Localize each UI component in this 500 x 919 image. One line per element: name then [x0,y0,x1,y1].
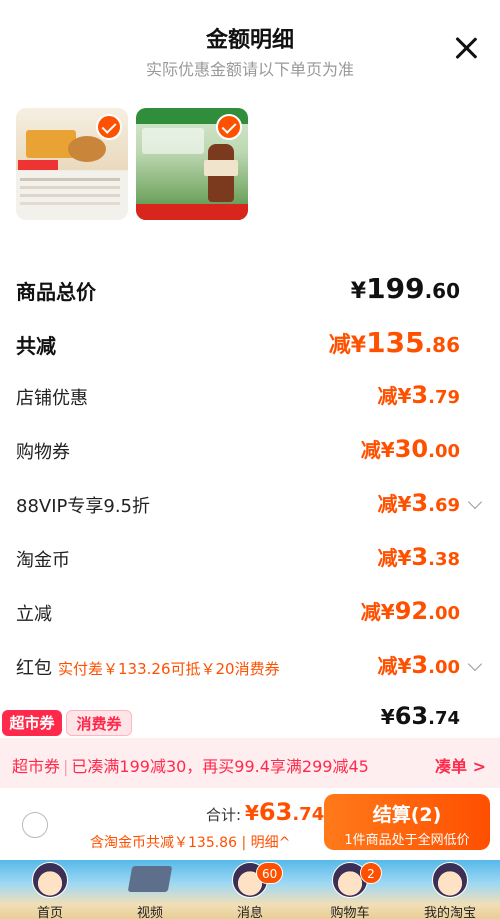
tab-video[interactable]: 视频 [100,860,200,919]
product-thumbnail-2[interactable] [136,108,248,220]
row-label: 红包 实付差￥133.26可抵￥20消费券 [16,658,280,679]
product-image-label [204,160,238,176]
row-instant-reduction: 立减 减¥92.00 [16,592,484,632]
row-voucher: 购物券 减¥30.00 [16,430,484,470]
tab-cart[interactable]: 2 购物车 [300,860,400,919]
row-value: 减¥135.86 [328,326,460,359]
chevron-down-icon[interactable] [467,656,483,672]
promo-bar[interactable]: 超市券 | 已凑满199减30，再买99.4享满299减45 凑单 > [0,738,500,788]
product-thumbnail-1[interactable] [16,108,128,220]
page-subtitle: 实际优惠金额请以下单页为准 [145,60,354,79]
row-label: 商品总价 [16,280,96,304]
checkout-bar: 合计: ¥63.74 含淘金币共减￥135.86 | 明细^ 结算(2) 1件商… [0,790,500,860]
product-image-headline [142,128,204,154]
detail-toggle[interactable]: 明细^ [251,835,291,851]
tab-consumer-coupon[interactable]: 消费券 [66,710,132,736]
row-red-packet[interactable]: 红包 实付差￥133.26可抵￥20消费券 减¥3.00 [16,646,484,686]
tab-supermarket-coupon[interactable]: 超市券 [2,710,62,736]
row-value: 减¥3.00 [377,651,460,679]
video-icon [127,866,173,892]
home-icon [32,862,68,898]
cart-count-badge: 2 [360,862,382,884]
row-taobao-coin: 淘金币 减¥3.38 [16,538,484,578]
check-icon[interactable] [96,114,122,140]
tab-my-taobao[interactable]: 我的淘宝 [400,860,500,919]
red-packet-note: 实付差￥133.26可抵￥20消费券 [58,660,280,678]
row-label: 88VIP专享9.5折 [16,496,151,517]
select-all-radio[interactable] [22,812,48,838]
bottom-tab-bar: 首页 视频 60 消息 2 购物车 我的淘宝 [0,860,500,919]
checkout-button[interactable]: 结算(2) 1件商品处于全网低价 [324,794,490,850]
row-label: 淘金币 [16,550,70,571]
row-value: 减¥30.00 [360,435,460,463]
page-title: 金额明细 [205,28,294,53]
profile-icon [432,862,468,898]
product-image-plate [68,136,106,162]
row-label: 购物券 [16,442,70,463]
row-value: 减¥3.69 [377,489,460,517]
row-label: 共减 [16,334,56,358]
row-value: 减¥3.38 [377,543,460,571]
message-count-badge: 60 [256,862,284,884]
close-icon[interactable] [452,34,480,62]
promo-text: 超市券 | 已凑满199减30，再买99.4享满299减45 [12,757,369,776]
row-shop-discount: 店铺优惠 减¥3.79 [16,376,484,416]
product-image-strip [136,204,248,220]
product-image-text [20,178,120,181]
row-value: 减¥92.00 [360,597,460,625]
row-value: ¥63.74 [380,702,460,730]
tab-home[interactable]: 首页 [0,860,100,919]
total-label: 合计: [206,806,242,824]
row-value: 减¥3.79 [377,381,460,409]
product-image-tag [18,160,58,170]
tab-messages[interactable]: 60 消息 [200,860,300,919]
amount-detail-sheet: 金额明细 实际优惠金额请以下单页为准 商品总价 ¥199.60 共减 减¥135… [0,0,500,790]
row-total-reduction: 共减 减¥135.86 [16,322,484,362]
total-value: ¥63.74 [245,798,325,826]
add-items-link[interactable]: 凑单 > [435,753,486,777]
discount-summary[interactable]: 含淘金币共减￥135.86 | 明细^ [90,832,290,852]
chevron-down-icon[interactable] [467,494,483,510]
row-label: 店铺优惠 [16,388,88,409]
row-label: 立减 [16,604,52,625]
row-vip-discount[interactable]: 88VIP专享9.5折 减¥3.69 [16,484,484,524]
check-icon[interactable] [216,114,242,140]
row-value: ¥199.60 [350,272,460,305]
row-total-price: 商品总价 ¥199.60 [16,268,484,308]
